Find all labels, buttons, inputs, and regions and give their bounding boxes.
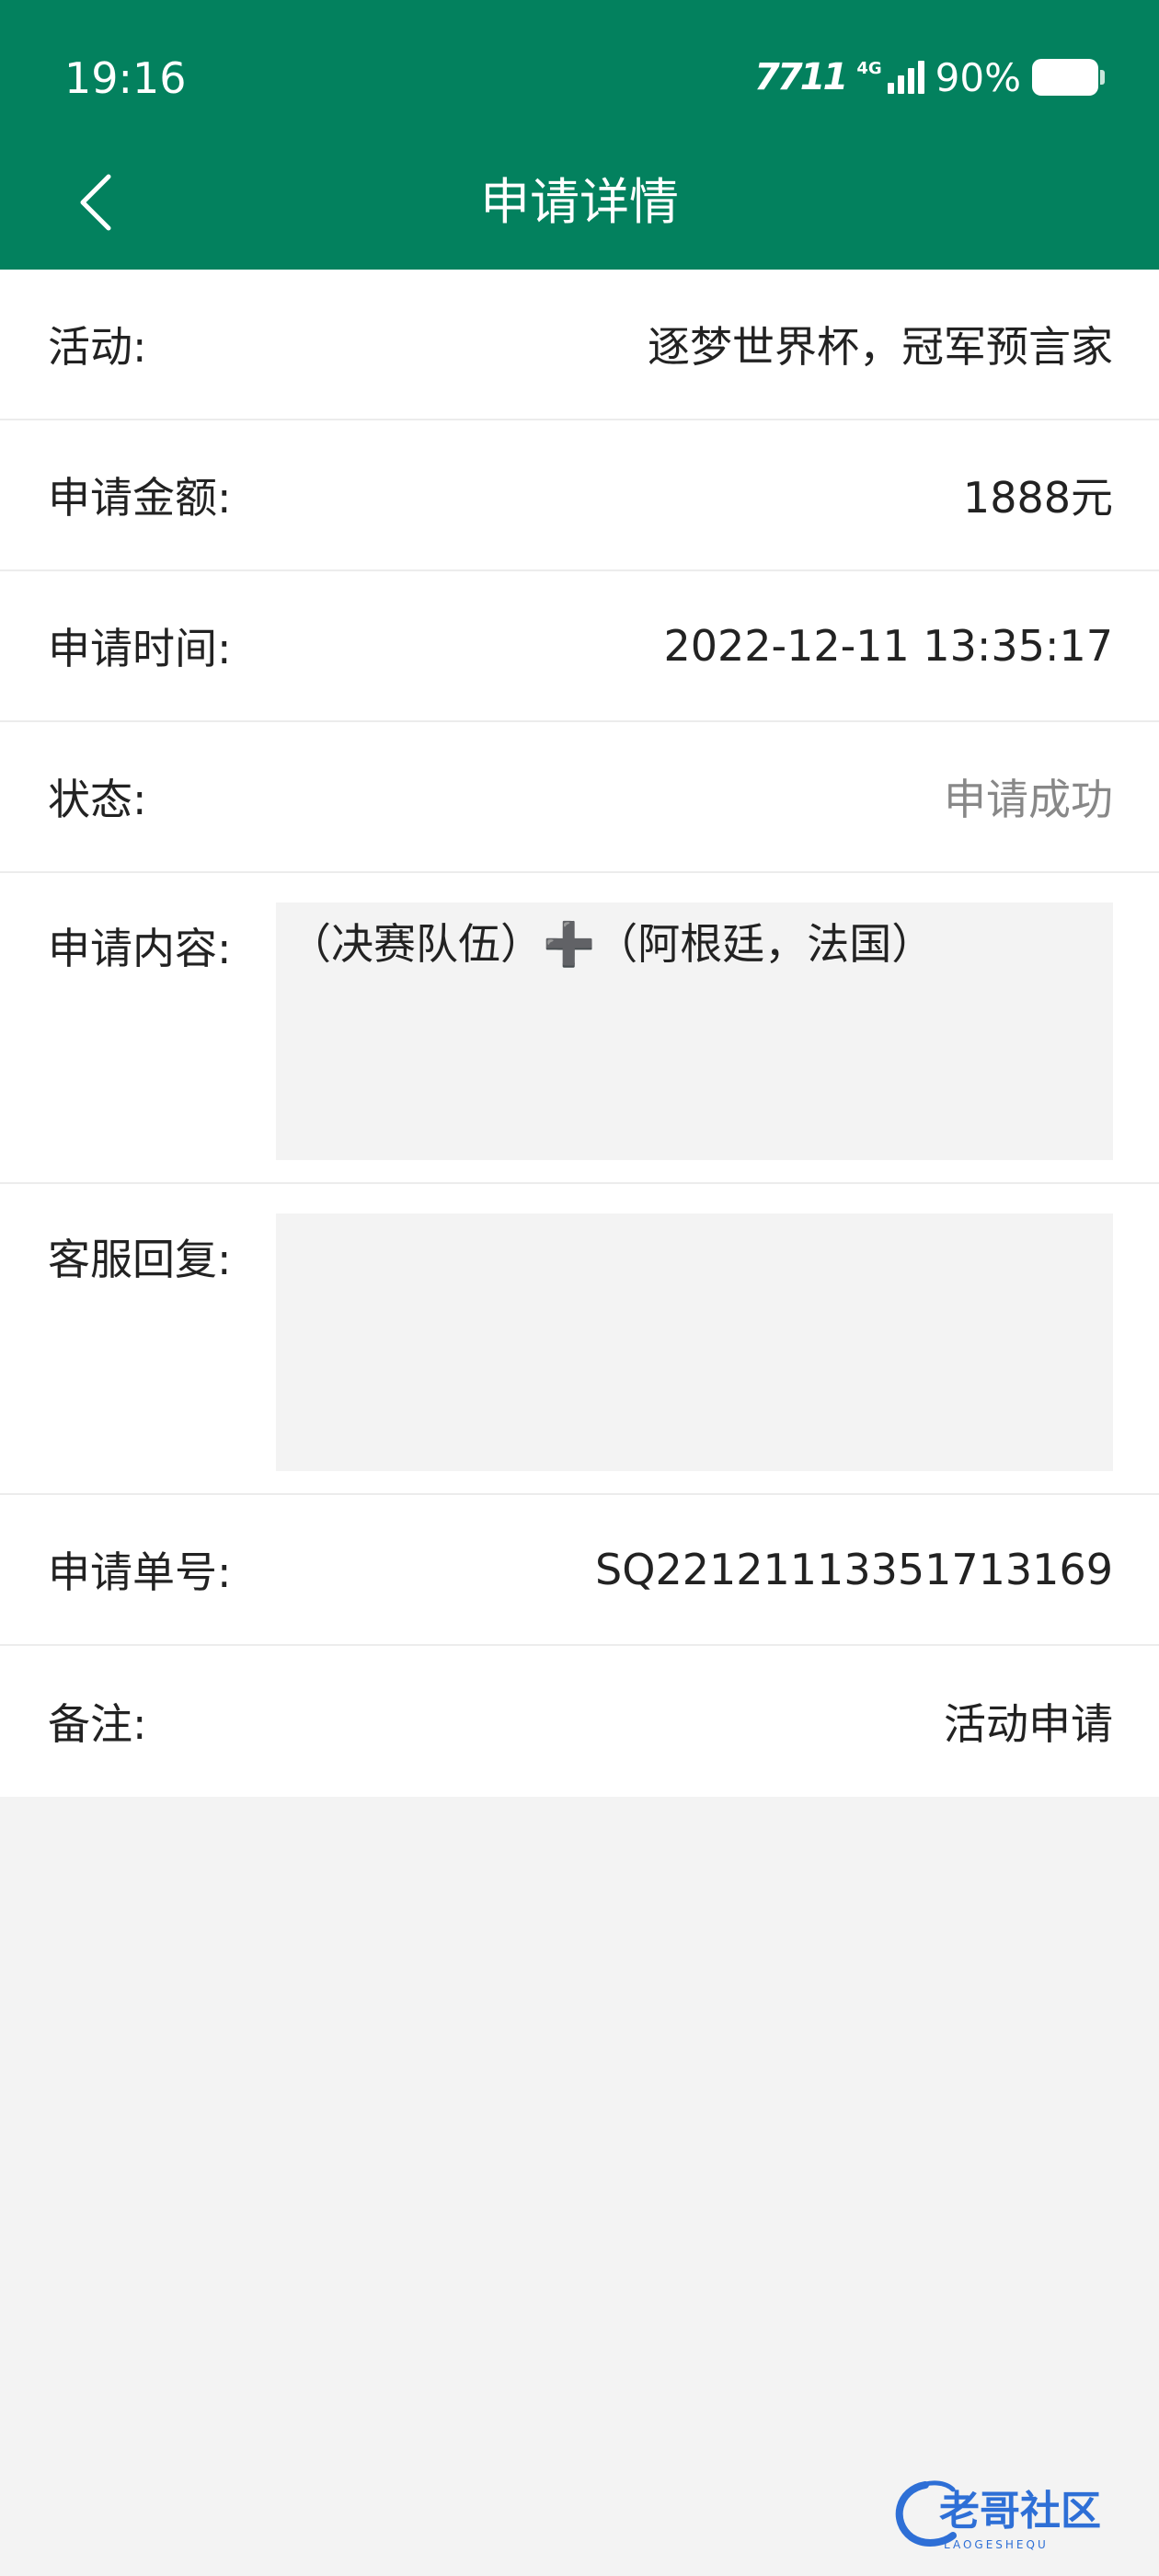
- status-time: 19:16: [64, 53, 187, 103]
- detail-row-amount: 申请金额: 1888元: [0, 420, 1159, 571]
- watermark-logo: 老哥社区 LAOGESHEQU: [895, 2480, 1101, 2551]
- time-value: 2022-12-11 13:35:17: [663, 621, 1113, 671]
- amount-value: 1888元: [962, 473, 1113, 523]
- amount-label: 申请金额:: [48, 473, 232, 523]
- remark-value: 活动申请: [944, 1699, 1113, 1749]
- network-label: 7711: [754, 56, 848, 98]
- signal-type: 4G: [856, 59, 882, 78]
- detail-list: 活动: 逐梦世界杯，冠军预言家 申请金额: 1888元 申请时间: 2022-1…: [0, 270, 1159, 1797]
- detail-row-order: 申请单号: SQ22121113351713169: [0, 1495, 1159, 1646]
- remark-label: 备注:: [48, 1699, 147, 1749]
- activity-value: 逐梦世界杯，冠军预言家: [648, 322, 1113, 372]
- detail-row-status: 状态: 申请成功: [0, 722, 1159, 873]
- battery-icon: [1032, 59, 1105, 96]
- watermark-subtext: LAOGESHEQU: [944, 2538, 1049, 2551]
- detail-row-time: 申请时间: 2022-12-11 13:35:17: [0, 571, 1159, 722]
- detail-row-remark: 备注: 活动申请: [0, 1646, 1159, 1797]
- page-title: 申请详情: [480, 173, 679, 231]
- status-label: 状态:: [48, 775, 147, 824]
- detail-row-content: 申请内容: （决赛队伍）➕（阿根廷，法国）: [0, 873, 1159, 1184]
- content-label: 申请内容:: [48, 924, 232, 973]
- content-textbox: （决赛队伍）➕（阿根廷，法国）: [276, 903, 1113, 1160]
- watermark-text: 老哥社区: [939, 2488, 1101, 2535]
- order-label: 申请单号:: [48, 1547, 232, 1597]
- status-value: 申请成功: [944, 775, 1113, 824]
- detail-row-activity: 活动: 逐梦世界杯，冠军预言家: [0, 270, 1159, 420]
- signal-icon: 4G: [856, 61, 924, 94]
- order-value: SQ22121113351713169: [595, 1545, 1113, 1594]
- detail-row-reply: 客服回复:: [0, 1184, 1159, 1495]
- status-icons: 7711 4G 90%: [754, 53, 1105, 101]
- reply-label: 客服回复:: [48, 1235, 232, 1284]
- battery-percent: 90%: [935, 54, 1021, 100]
- activity-label: 活动:: [48, 322, 147, 372]
- time-label: 申请时间:: [48, 624, 232, 673]
- app-header: 19:16 7711 4G 90% 申请详情: [0, 0, 1159, 270]
- reply-textbox: [276, 1213, 1113, 1471]
